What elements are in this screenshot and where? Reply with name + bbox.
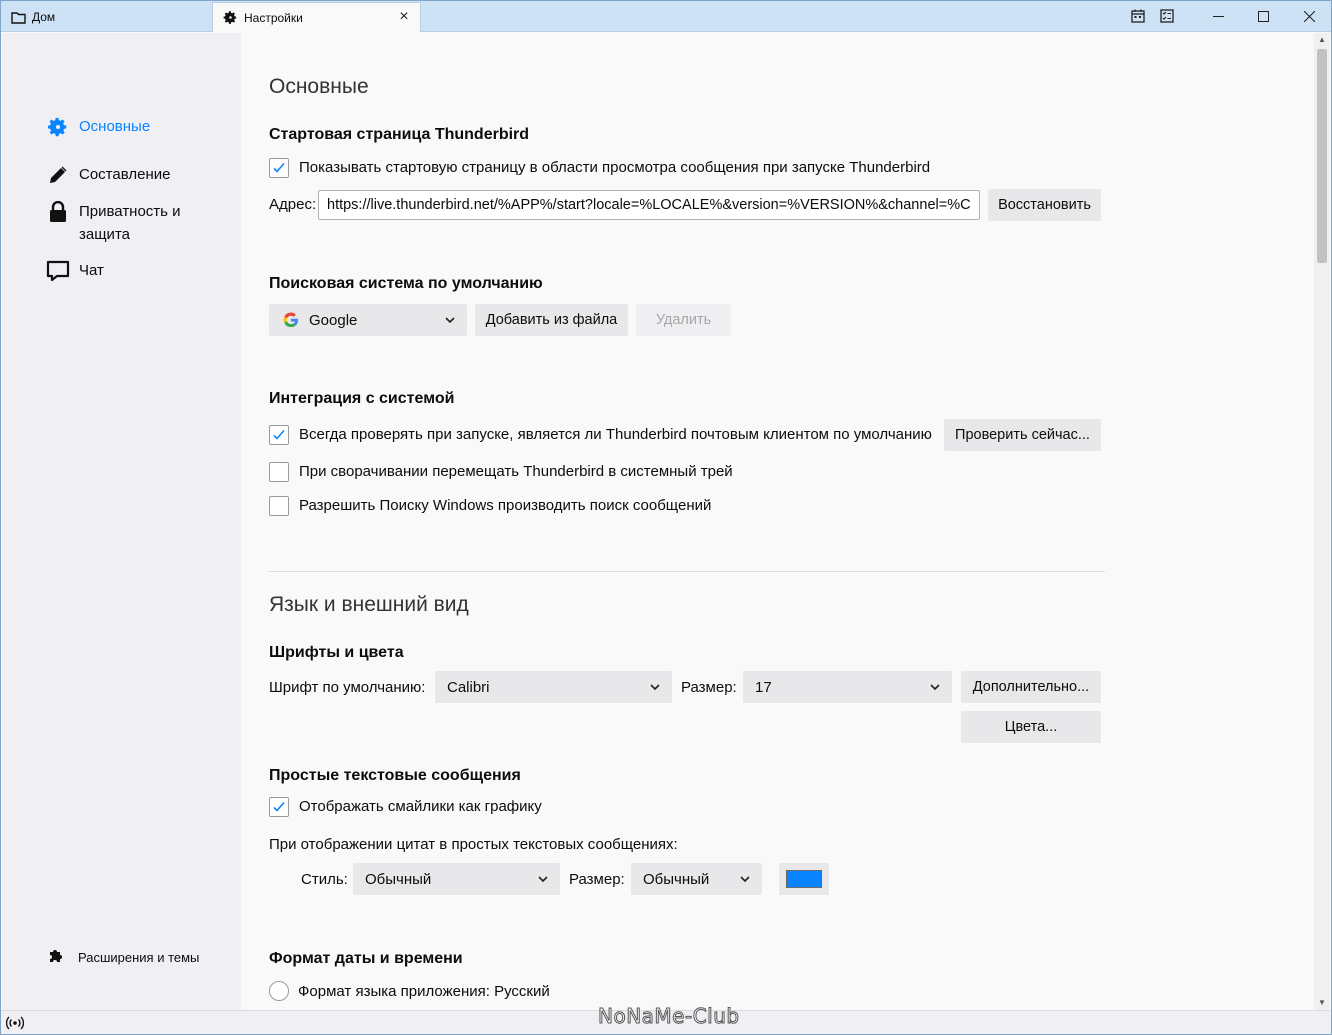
font-size-value: 17 xyxy=(755,678,772,696)
sidebar-item-label: Приватность и защита xyxy=(79,203,181,243)
folder-icon xyxy=(10,9,26,25)
chevron-down-icon xyxy=(445,317,455,324)
checkmark-icon xyxy=(273,801,285,812)
section-divider xyxy=(269,571,1105,572)
emoticons-checkbox[interactable] xyxy=(269,797,289,817)
puzzle-icon xyxy=(48,948,66,966)
default-font-select[interactable]: Calibri xyxy=(435,671,672,703)
restore-button[interactable]: Восстановить xyxy=(988,189,1101,221)
tab-home[interactable]: Дом xyxy=(2,2,212,32)
minimize-tray-label: При сворачивании перемещать Thunderbird … xyxy=(299,463,733,480)
sidebar-item-label: Составление xyxy=(79,166,171,183)
start-page-checkbox-label: Показывать стартовую страницу в области … xyxy=(299,159,931,176)
addons-label: Расширения и темы xyxy=(78,949,200,965)
quote-color-swatch xyxy=(786,870,822,888)
quote-style-value: Обычный xyxy=(365,870,432,888)
colors-button[interactable]: Цвета... xyxy=(961,711,1101,743)
add-search-engine-button[interactable]: Добавить из файла xyxy=(475,304,628,336)
windows-search-label: Разрешить Поиску Windows производить пои… xyxy=(299,497,712,514)
quote-color-button[interactable] xyxy=(779,863,829,895)
check-default-checkbox[interactable] xyxy=(269,425,289,445)
tasks-icon[interactable] xyxy=(1156,0,1178,32)
minimize-tray-checkbox[interactable] xyxy=(269,462,289,482)
quote-size-select[interactable]: Обычный xyxy=(631,863,762,895)
gear-icon xyxy=(46,115,70,139)
page-title: Основные xyxy=(269,75,369,98)
quote-size-value: Обычный xyxy=(643,870,710,888)
font-size-select[interactable]: 17 xyxy=(743,671,952,703)
maximize-icon[interactable] xyxy=(1240,0,1286,32)
integration-heading: Интеграция с системой xyxy=(269,390,455,407)
settings-content: Основные Стартовая страница Thunderbird … xyxy=(241,33,1314,1010)
pencil-icon xyxy=(46,163,70,187)
tab-home-label: Дом xyxy=(32,10,56,24)
minimize-icon[interactable] xyxy=(1195,0,1241,32)
tab-settings-label: Настройки xyxy=(244,10,303,25)
app-locale-radio[interactable] xyxy=(269,981,289,1001)
checkmark-icon xyxy=(273,429,285,440)
address-label: Адрес: xyxy=(269,196,317,213)
close-window-icon[interactable] xyxy=(1286,0,1332,32)
quote-size-label: Размер: xyxy=(569,871,625,888)
online-status-icon[interactable] xyxy=(5,1016,25,1030)
sidebar-item-label: Основные xyxy=(79,118,151,135)
tab-settings[interactable]: Настройки × xyxy=(212,2,421,32)
chevron-down-icon xyxy=(930,684,940,691)
emoticons-label: Отображать смайлики как графику xyxy=(299,798,542,815)
close-tab-icon[interactable]: × xyxy=(396,9,412,25)
quote-style-label: Стиль: xyxy=(301,871,348,888)
sidebar-item-label: Чат xyxy=(79,262,104,279)
calendar-icon[interactable] xyxy=(1127,0,1149,32)
search-heading: Поисковая система по умолчанию xyxy=(269,275,543,292)
check-default-label: Всегда проверять при запуске, является л… xyxy=(299,426,932,443)
chevron-down-icon xyxy=(740,876,750,883)
vertical-scrollbar[interactable]: ▲ ▼ xyxy=(1314,33,1330,1010)
sidebar-item-chat[interactable]: Чат xyxy=(46,259,104,283)
search-engine-select[interactable]: Google xyxy=(269,304,467,336)
chevron-down-icon xyxy=(538,876,548,883)
scrollbar-thumb[interactable] xyxy=(1317,49,1327,263)
start-page-checkbox[interactable] xyxy=(269,158,289,178)
check-now-button[interactable]: Проверить сейчас... xyxy=(944,419,1101,451)
address-input[interactable]: https://live.thunderbird.net/%APP%/start… xyxy=(318,190,980,220)
settings-sidebar: Основные Составление Приватность и защит… xyxy=(2,33,241,1010)
default-font-value: Calibri xyxy=(447,678,490,696)
default-font-label: Шрифт по умолчанию: xyxy=(269,679,426,696)
sidebar-item-general[interactable]: Основные xyxy=(46,115,150,139)
tab-bar: Дом Настройки × xyxy=(0,0,1332,32)
scroll-down-icon[interactable]: ▼ xyxy=(1314,996,1330,1010)
quotes-label: При отображении цитат в простых текстовы… xyxy=(269,836,678,853)
quote-style-select[interactable]: Обычный xyxy=(353,863,560,895)
scroll-up-icon[interactable]: ▲ xyxy=(1314,33,1330,47)
sidebar-item-privacy[interactable]: Приватность и защита xyxy=(46,200,216,246)
watermark: NoNaMe-Club xyxy=(598,1004,740,1029)
start-page-heading: Стартовая страница Thunderbird xyxy=(269,126,530,143)
search-engine-value: Google xyxy=(309,311,358,329)
font-size-label: Размер: xyxy=(681,679,737,696)
checkmark-icon xyxy=(273,162,285,173)
sidebar-item-composition[interactable]: Составление xyxy=(46,163,170,187)
delete-search-engine-button[interactable]: Удалить xyxy=(636,304,731,336)
gear-icon xyxy=(222,10,238,26)
sidebar-item-addons[interactable]: Расширения и темы xyxy=(48,948,199,966)
chat-bubble-icon xyxy=(46,259,70,283)
google-icon xyxy=(283,312,299,328)
language-title: Язык и внешний вид xyxy=(269,593,469,616)
app-locale-label: Формат языка приложения: Русский xyxy=(298,983,550,1000)
fonts-advanced-button[interactable]: Дополнительно... xyxy=(961,671,1101,703)
lock-icon xyxy=(46,200,70,224)
plain-text-heading: Простые текстовые сообщения xyxy=(269,767,521,784)
chevron-down-icon xyxy=(650,684,660,691)
date-format-heading: Формат даты и времени xyxy=(269,950,463,967)
windows-search-checkbox[interactable] xyxy=(269,496,289,516)
fonts-heading: Шрифты и цвета xyxy=(269,644,404,661)
